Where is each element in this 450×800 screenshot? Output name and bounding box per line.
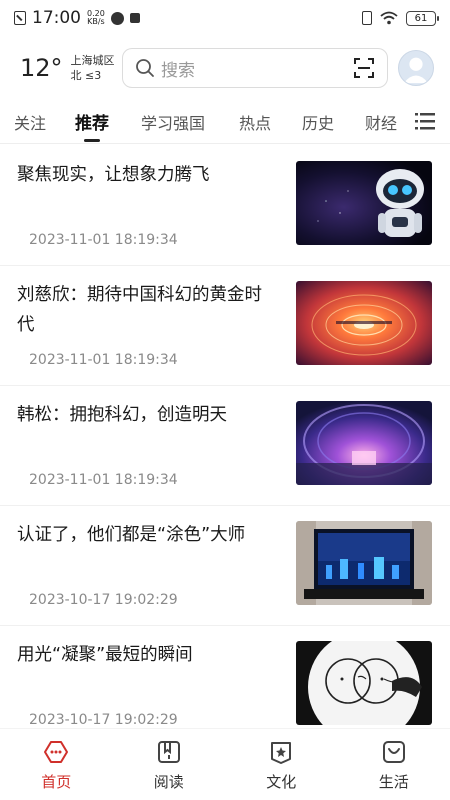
list-item[interactable]: 韩松：拥抱科幻，创造明天 2023-11-01 18:19:34 [0, 386, 450, 506]
article-thumbnail [296, 161, 432, 245]
nav-label: 生活 [378, 773, 409, 791]
list-item[interactable]: 刘慈欣：期待中国科幻的黄金时代 2023-11-01 18:19:34 [0, 266, 450, 386]
article-date: 2023-10-17 19:02:29 [29, 592, 178, 608]
tab-history[interactable]: 历史 [302, 100, 334, 144]
list-item[interactable]: 聚焦现实，让想象力腾飞 2023-11-01 18:19:34 [0, 146, 450, 266]
scan-icon[interactable] [353, 57, 375, 79]
article-date: 2023-11-01 18:19:34 [29, 352, 178, 368]
status-bar: 17:00 0.20 KB/s 61 [0, 0, 450, 36]
home-icon [44, 741, 69, 763]
tab-hot[interactable]: 热点 [239, 100, 271, 144]
article-title: 认证了，他们都是“涂色”大师 [17, 525, 246, 545]
article-thumbnail [296, 641, 432, 725]
tab-recommend[interactable]: 推荐 [75, 100, 109, 144]
nav-home[interactable]: 首页 [0, 729, 113, 800]
tab-finance[interactable]: 财经 [365, 100, 397, 144]
nav-reading[interactable]: 阅读 [113, 729, 226, 800]
wind: 北 ≤3 [70, 69, 102, 82]
app-square-icon [129, 13, 140, 23]
menu-icon[interactable] [414, 110, 436, 132]
article-date: 2023-11-01 18:19:34 [29, 472, 178, 488]
article-date: 2023-11-01 18:19:34 [29, 232, 178, 248]
article-title: 用光“凝聚”最短的瞬间 [17, 645, 193, 665]
news-feed: 聚焦现实，让想象力腾飞 2023-11-01 18:19:34 刘慈欣：期待中国… [0, 146, 450, 746]
vibrate-icon [362, 11, 372, 25]
tab-follow[interactable]: 关注 [14, 100, 46, 144]
article-title: 刘慈欣：期待中国科幻的黄金时代 [17, 285, 262, 335]
article-title: 聚焦现实，让想象力腾飞 [17, 165, 210, 185]
category-tabs: 关注 推荐 学习强国 热点 历史 财经 [0, 100, 450, 144]
article-thumbnail [296, 401, 432, 485]
list-item[interactable]: 认证了，他们都是“涂色”大师 2023-10-17 19:02:29 [0, 506, 450, 626]
article-title: 韩松：拥抱科幻，创造明天 [17, 405, 227, 425]
nav-label: 首页 [41, 773, 72, 791]
nav-label: 阅读 [153, 773, 184, 791]
app-notification-icon [110, 11, 124, 25]
book-icon [157, 741, 180, 763]
bottom-nav: 首页 阅读 文化 生活 [0, 728, 450, 800]
weather-info: 上海城区 北 ≤3 [71, 53, 115, 83]
nav-life[interactable]: 生活 [338, 729, 450, 800]
wifi-icon [380, 11, 398, 25]
article-date: 2023-10-17 19:02:29 [29, 712, 178, 728]
avatar-icon [403, 57, 429, 84]
location: 上海城区 [70, 54, 115, 67]
weather-widget[interactable]: 12° 上海城区 北 ≤3 [20, 53, 120, 83]
notification-icon [14, 11, 26, 25]
tab-xuexi[interactable]: 学习强国 [141, 100, 205, 144]
net-speed: 0.20 KB/s [87, 10, 105, 26]
search-placeholder: 搜索 [161, 60, 195, 81]
nav-culture[interactable]: 文化 [225, 729, 338, 800]
temperature: 12° [20, 54, 63, 82]
nav-label: 文化 [266, 773, 297, 791]
status-time: 17:00 [32, 8, 81, 28]
article-thumbnail [296, 281, 432, 365]
net-speed-unit: KB/s [87, 17, 105, 26]
header: 12° 上海城区 北 ≤3 搜索 [0, 40, 450, 96]
bag-icon [382, 741, 405, 763]
avatar[interactable] [398, 50, 434, 86]
battery-indicator: 61 [406, 10, 439, 26]
search-input[interactable]: 搜索 [122, 48, 388, 88]
article-thumbnail [296, 521, 432, 605]
search-icon [136, 59, 154, 77]
culture-icon [271, 742, 292, 764]
